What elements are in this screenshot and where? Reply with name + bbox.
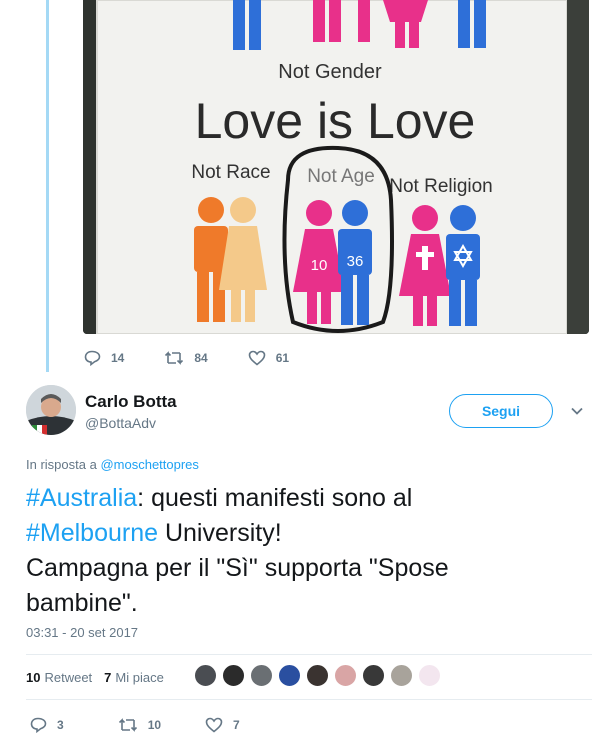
previous-tweet-actions: 14 84 61 (84, 350, 329, 366)
reply-icon (84, 350, 101, 366)
not-age-text: Not Age (307, 166, 375, 187)
svg-text:10: 10 (311, 257, 328, 274)
reply-count: 14 (111, 351, 125, 365)
retweet-icon (165, 351, 184, 365)
heart-icon (205, 717, 223, 733)
like-action[interactable]: 61 (248, 350, 289, 366)
love-is-love-text: Love is Love (195, 93, 476, 149)
hashtag-melbourne[interactable]: #Melbourne (26, 519, 158, 547)
follow-button[interactable]: Segui (449, 394, 553, 428)
divider (26, 699, 592, 700)
hashtag-australia[interactable]: #Australia (26, 484, 137, 512)
reply-count: 3 (57, 718, 64, 732)
reply-icon (30, 717, 47, 733)
liker-avatar[interactable] (249, 663, 274, 688)
not-gender-text: Not Gender (278, 61, 382, 83)
tweet-text: #Australia: questi manifesti sono al #Me… (26, 484, 449, 617)
tweet-photo[interactable]: Not Gender Love is Love Not Race Not Age… (83, 0, 589, 334)
retweet-icon (118, 718, 137, 732)
retweet-stat[interactable]: 10 Retweet (26, 670, 92, 685)
reply-action[interactable]: 3 (30, 717, 64, 733)
not-religion-text: Not Religion (389, 176, 493, 197)
liker-avatar[interactable] (389, 663, 414, 688)
avatar[interactable] (26, 385, 76, 435)
liker-avatar[interactable] (361, 663, 386, 688)
like-action[interactable]: 7 (205, 717, 240, 733)
author-name[interactable]: Carlo Botta (85, 392, 177, 412)
reply-action[interactable]: 14 (84, 350, 124, 366)
retweet-action[interactable]: 10 (118, 717, 161, 733)
chevron-down-icon[interactable] (570, 404, 584, 418)
like-stat[interactable]: 7 Mi piace (104, 670, 164, 685)
tweet-actions: 3 10 7 (30, 717, 280, 733)
reply-handle-link[interactable]: @moschettopres (100, 457, 198, 472)
reply-prefix: In risposta a (26, 457, 97, 472)
thread-connector-line (46, 0, 49, 372)
liker-avatar[interactable] (417, 663, 442, 688)
heart-icon (248, 350, 266, 366)
divider (26, 654, 592, 655)
tweet-timestamp[interactable]: 03:31 - 20 set 2017 (26, 625, 138, 640)
like-count: 61 (275, 351, 290, 365)
retweet-action[interactable]: 84 (164, 350, 208, 366)
liker-avatar[interactable] (193, 663, 218, 688)
liker-avatar[interactable] (333, 663, 358, 688)
poster-illustration: Not Gender Love is Love Not Race Not Age… (83, 0, 589, 334)
engagement-stats: 10 Retweet 7 Mi piace (26, 670, 164, 685)
retweet-count: 10 (147, 718, 162, 732)
author-handle[interactable]: @BottaAdv (85, 415, 156, 431)
avatar-image (26, 385, 76, 435)
retweet-count: 84 (194, 351, 208, 365)
liker-avatar[interactable] (277, 663, 302, 688)
reply-context: In risposta a @moschettopres (26, 457, 199, 472)
svg-text:36: 36 (347, 253, 364, 270)
liker-avatar[interactable] (305, 663, 330, 688)
like-count: 7 (233, 718, 240, 732)
not-race-text: Not Race (191, 162, 270, 183)
liker-avatar[interactable] (221, 663, 246, 688)
liker-avatars (193, 663, 445, 688)
